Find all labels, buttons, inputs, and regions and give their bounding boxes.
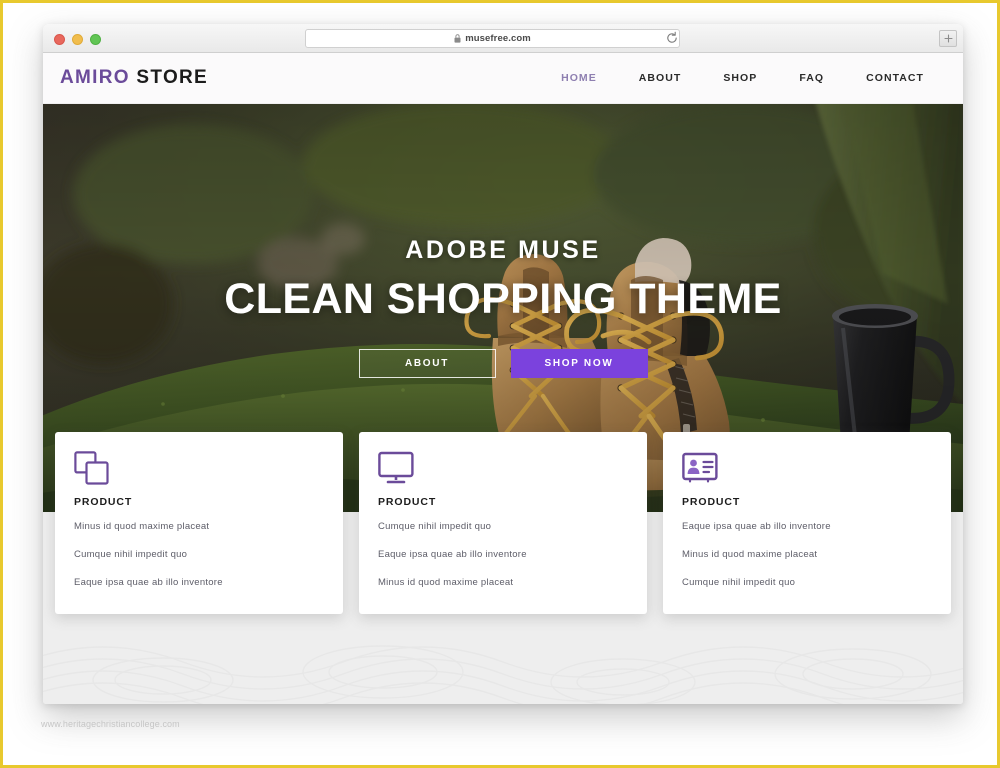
watermark-text: www.heritagechristiancollege.com — [41, 719, 180, 729]
hero-title: CLEAN SHOPPING THEME — [224, 275, 782, 323]
nav-item-shop[interactable]: SHOP — [702, 72, 778, 84]
logo-word-primary: AMIRO — [60, 67, 130, 88]
nav-item-home[interactable]: HOME — [540, 72, 618, 84]
feature-card[interactable]: PRODUCT Cumque nihil impedit quo Eaque i… — [359, 432, 647, 614]
shop-now-button[interactable]: SHOP NOW — [510, 349, 648, 378]
card-line: Cumque nihil impedit quo — [74, 549, 188, 560]
browser-titlebar: musefree.com — [43, 24, 963, 53]
card-line: Cumque nihil impedit quo — [378, 521, 492, 532]
nav-item-faq[interactable]: FAQ — [778, 72, 845, 84]
nav-item-contact[interactable]: CONTACT — [845, 72, 945, 84]
hero-content: ADOBE MUSE CLEAN SHOPPING THEME ABOUT SH… — [43, 236, 963, 378]
hero-buttons: ABOUT SHOP NOW — [43, 349, 963, 378]
feature-cards: PRODUCT Minus id quod maxime placeat Cum… — [43, 432, 963, 614]
minimize-window-button[interactable] — [72, 34, 83, 45]
nav-item-about[interactable]: ABOUT — [618, 72, 703, 84]
outer-gold-frame: musefree.com AMIRO STORE HOME ABOUT SHOP… — [0, 0, 1000, 768]
id-card-icon — [682, 451, 932, 487]
copy-icon — [74, 451, 324, 487]
site-logo[interactable]: AMIRO STORE — [60, 67, 208, 89]
traffic-lights — [54, 34, 101, 45]
card-line: Cumque nihil impedit quo — [682, 577, 796, 588]
card-line: Eaque ipsa quae ab illo inventore — [378, 549, 527, 560]
card-line: Minus id quod maxime placeat — [682, 549, 818, 560]
new-tab-button[interactable] — [939, 30, 957, 47]
feature-card[interactable]: PRODUCT Eaque ipsa quae ab illo inventor… — [663, 432, 951, 614]
card-title: PRODUCT — [74, 496, 133, 508]
card-line: Eaque ipsa quae ab illo inventore — [682, 521, 831, 532]
logo-word-secondary: STORE — [136, 67, 209, 88]
card-line: Eaque ipsa quae ab illo inventore — [74, 577, 223, 588]
monitor-icon — [378, 451, 628, 487]
reload-icon[interactable] — [665, 31, 679, 45]
card-line: Minus id quod maxime placeat — [74, 521, 210, 532]
card-title: PRODUCT — [378, 496, 437, 508]
card-line: Minus id quod maxime placeat — [378, 577, 514, 588]
feature-card[interactable]: PRODUCT Minus id quod maxime placeat Cum… — [55, 432, 343, 614]
hero-kicker: ADOBE MUSE — [405, 236, 601, 264]
close-window-button[interactable] — [54, 34, 65, 45]
maximize-window-button[interactable] — [90, 34, 101, 45]
main-navigation: HOME ABOUT SHOP FAQ CONTACT — [540, 72, 945, 84]
address-bar[interactable]: musefree.com — [305, 29, 680, 48]
card-title: PRODUCT — [682, 496, 741, 508]
browser-window: musefree.com AMIRO STORE HOME ABOUT SHOP… — [43, 24, 963, 704]
features-section: PRODUCT Minus id quod maxime placeat Cum… — [43, 432, 963, 704]
url-text: musefree.com — [465, 33, 531, 44]
about-button[interactable]: ABOUT — [358, 349, 496, 378]
site-header: AMIRO STORE HOME ABOUT SHOP FAQ CONTACT — [43, 53, 963, 104]
lock-icon — [454, 30, 461, 48]
